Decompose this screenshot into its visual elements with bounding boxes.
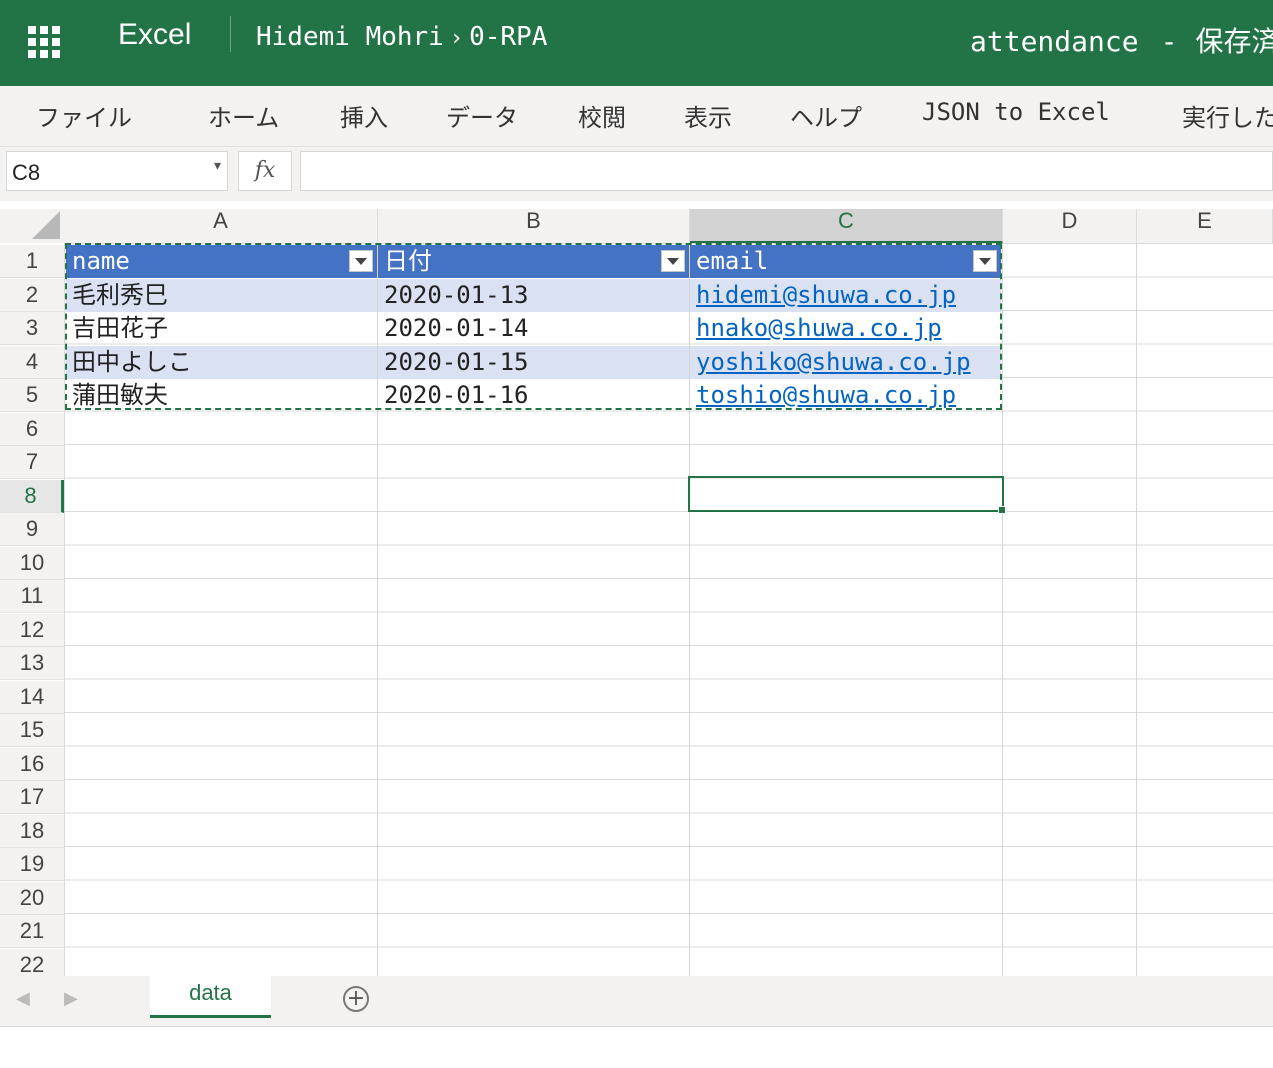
row-header[interactable]: 16: [0, 748, 64, 781]
add-sheet-icon[interactable]: +: [343, 986, 369, 1012]
tab-review[interactable]: 校閲: [578, 98, 626, 133]
tab-view[interactable]: 表示: [684, 98, 732, 133]
table-cell-name[interactable]: 田中よしこ: [66, 346, 377, 379]
document-title[interactable]: attendance - 保存済: [970, 20, 1273, 60]
row-header[interactable]: 2: [0, 279, 64, 312]
scroll-left-icon[interactable]: ◀: [16, 988, 30, 1009]
name-box-value: C8: [12, 160, 41, 185]
ribbon-tabs: ファイル ホーム 挿入 データ 校閲 表示 ヘルプ JSON to Excel …: [0, 86, 1273, 147]
fill-handle[interactable]: [998, 506, 1006, 514]
insert-function-button[interactable]: fx: [238, 151, 292, 191]
column-header-a[interactable]: A: [64, 209, 378, 243]
table-cell-email-link[interactable]: hidemi@shuwa.co.jp: [690, 279, 1001, 312]
row-header[interactable]: 10: [0, 547, 64, 580]
row-header[interactable]: 9: [0, 513, 64, 546]
table-cell-date[interactable]: 2020-01-16: [378, 379, 689, 412]
row-header[interactable]: 15: [0, 714, 64, 747]
row-header[interactable]: 18: [0, 815, 64, 848]
row-header[interactable]: 12: [0, 614, 64, 647]
table-cell-email-link[interactable]: toshio@shuwa.co.jp: [690, 379, 1001, 412]
name-box[interactable]: C8 ▾: [6, 151, 228, 191]
column-divider: [1136, 243, 1137, 976]
table-cell-email-link[interactable]: yoshiko@shuwa.co.jp: [690, 346, 1001, 379]
title-divider: [230, 16, 231, 52]
app-name[interactable]: Excel: [118, 18, 191, 52]
row-header[interactable]: 4: [0, 346, 64, 379]
row-header-active[interactable]: 8: [0, 480, 64, 513]
table-header-cell[interactable]: email: [690, 245, 1001, 278]
column-header-e[interactable]: E: [1137, 209, 1273, 243]
column-divider: [1002, 243, 1003, 976]
breadcrumb: Hidemi Mohri › 0-RPA: [256, 22, 547, 52]
select-all-corner[interactable]: [0, 209, 64, 243]
table-header-label: name: [72, 247, 130, 275]
app-launcher-icon[interactable]: [28, 26, 60, 58]
formula-bar: C8 ▾ fx: [0, 147, 1273, 201]
row-header[interactable]: 20: [0, 882, 64, 915]
row-header[interactable]: 14: [0, 681, 64, 714]
scroll-right-icon[interactable]: ▶: [64, 988, 78, 1009]
column-header-c[interactable]: C: [690, 209, 1003, 243]
save-status: 保存済: [1195, 25, 1273, 58]
filter-dropdown-icon[interactable]: [349, 250, 373, 272]
sheet-tab-data[interactable]: data: [150, 976, 271, 1018]
tab-json-to-excel[interactable]: JSON to Excel: [922, 98, 1110, 126]
row-header[interactable]: 19: [0, 848, 64, 881]
row-header[interactable]: 21: [0, 915, 64, 948]
title-bar: Excel Hidemi Mohri › 0-RPA attendance - 保存済: [0, 0, 1273, 86]
row-header[interactable]: 13: [0, 647, 64, 680]
row-header[interactable]: 7: [0, 446, 64, 479]
active-cell-selection[interactable]: [688, 476, 1006, 514]
formula-input[interactable]: [300, 151, 1273, 191]
row-header[interactable]: 11: [0, 580, 64, 613]
document-name: attendance: [970, 25, 1139, 58]
table-header-cell[interactable]: name: [66, 245, 377, 278]
select-all-icon: [32, 211, 60, 239]
tab-data[interactable]: データ: [446, 98, 518, 133]
sheet-tab-bar: ◀ ▶ data +: [0, 976, 1273, 1027]
tab-file[interactable]: ファイル: [36, 98, 132, 133]
filter-dropdown-icon[interactable]: [661, 250, 685, 272]
table-header-cell[interactable]: 日付: [378, 245, 689, 278]
table-cell-name[interactable]: 蒲田敏夫: [66, 379, 377, 412]
tab-run[interactable]: 実行した: [1182, 98, 1273, 133]
title-separator: -: [1160, 25, 1178, 58]
filter-dropdown-icon[interactable]: [973, 250, 997, 272]
table-cell-name[interactable]: 毛利秀巳: [66, 279, 377, 312]
tab-help[interactable]: ヘルプ: [790, 98, 862, 133]
table-cell-email-link[interactable]: hnako@shuwa.co.jp: [690, 312, 1001, 345]
table-header-label: email: [696, 247, 769, 275]
tab-home[interactable]: ホーム: [208, 98, 279, 133]
row-header[interactable]: 17: [0, 781, 64, 814]
column-header-b[interactable]: B: [378, 209, 690, 243]
breadcrumb-user[interactable]: Hidemi Mohri: [256, 22, 444, 52]
tab-insert[interactable]: 挿入: [340, 98, 388, 133]
chevron-right-icon: ›: [449, 26, 464, 51]
row-header[interactable]: 3: [0, 312, 64, 345]
breadcrumb-folder[interactable]: 0-RPA: [469, 22, 547, 52]
table-cell-date[interactable]: 2020-01-15: [378, 346, 689, 379]
chevron-down-icon[interactable]: ▾: [214, 158, 221, 174]
table-header-label: 日付: [384, 247, 432, 275]
table-cell-date[interactable]: 2020-01-13: [378, 279, 689, 312]
table-cell-date[interactable]: 2020-01-14: [378, 312, 689, 345]
table-cell-name[interactable]: 吉田花子: [66, 312, 377, 345]
row-header[interactable]: 6: [0, 413, 64, 446]
row-header[interactable]: 5: [0, 379, 64, 412]
column-header-d[interactable]: D: [1003, 209, 1137, 243]
row-header[interactable]: 1: [0, 245, 64, 278]
